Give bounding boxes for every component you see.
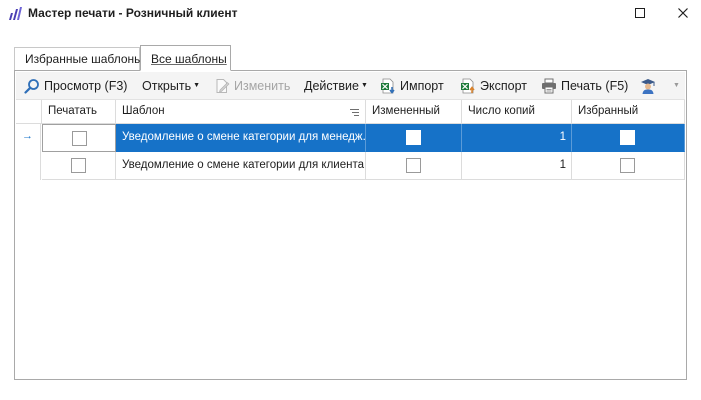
print-cell[interactable]	[42, 124, 116, 152]
favorite-checkbox[interactable]	[620, 130, 635, 145]
print-checkbox[interactable]	[72, 131, 87, 146]
window-title: Мастер печати - Розничный клиент	[28, 6, 238, 20]
column-header-modified[interactable]: Измененный	[366, 100, 462, 124]
view-button[interactable]: Просмотр (F3)	[24, 72, 127, 100]
column-header-label: Измененный	[372, 105, 440, 117]
row-indicator	[16, 152, 41, 180]
toolbar: Просмотр (F3) Открыть ▼ Изменить Действи…	[16, 72, 685, 100]
action-menu-button[interactable]: Действие ▼	[304, 72, 368, 100]
dropdown-arrow-icon: ▼	[673, 81, 680, 89]
import-excel-icon	[380, 78, 396, 94]
copies-cell[interactable]: 1	[462, 152, 572, 180]
title-bar: Мастер печати - Розничный клиент	[0, 0, 701, 28]
tab-all-templates[interactable]: Все шаблоны	[140, 45, 231, 71]
column-header-label: Число копий	[468, 105, 535, 117]
current-row-arrow-icon: →	[22, 130, 33, 142]
tab-label: Все шаблоны	[151, 52, 227, 66]
template-cell[interactable]: Уведомление о смене категории для менедж…	[116, 124, 366, 152]
row-indicator: →	[16, 124, 41, 152]
print-cell[interactable]	[42, 152, 116, 180]
column-header-label: Печатать	[48, 105, 97, 117]
tab-label: Избранные шаблоны	[25, 52, 143, 66]
app-logo-icon	[9, 7, 22, 20]
tab-favorite-templates[interactable]: Избранные шаблоны	[14, 47, 143, 71]
copies-cell[interactable]: 1	[462, 124, 572, 152]
templates-grid: Печатать Шаблон Измененный Число копий И…	[16, 100, 685, 378]
template-name: Уведомление о смене категории для клиент…	[122, 159, 365, 171]
close-button[interactable]	[673, 4, 693, 22]
search-icon	[24, 78, 40, 94]
column-header-label: Избранный	[578, 105, 639, 117]
column-header-favorite[interactable]: Избранный	[572, 100, 685, 124]
template-cell[interactable]: Уведомление о смене категории для клиент…	[116, 152, 366, 180]
modified-cell[interactable]	[366, 152, 462, 180]
close-icon	[678, 8, 688, 18]
row-indicator-header	[16, 100, 42, 124]
export-label: Экспорт	[480, 79, 527, 93]
copies-value: 1	[559, 159, 566, 171]
templates-panel: Просмотр (F3) Открыть ▼ Изменить Действи…	[14, 70, 687, 380]
printer-icon	[541, 78, 557, 94]
column-header-label: Шаблон	[122, 105, 165, 117]
column-header-copies[interactable]: Число копий	[462, 100, 572, 124]
import-label: Импорт	[400, 79, 444, 93]
favorite-cell[interactable]	[572, 152, 685, 180]
copies-value: 1	[559, 131, 566, 143]
edit-label: Изменить	[234, 79, 291, 93]
edit-button[interactable]: Изменить	[214, 72, 290, 100]
export-excel-icon	[460, 78, 476, 94]
toolbar-overflow-button[interactable]: ▼	[671, 72, 680, 100]
print-checkbox[interactable]	[71, 158, 86, 173]
table-row[interactable]: Уведомление о смене категории для клиент…	[16, 152, 685, 180]
open-label: Открыть	[142, 79, 192, 93]
table-row[interactable]: → Уведомление о смене категории для мене…	[16, 124, 685, 152]
column-header-template[interactable]: Шаблон	[116, 100, 366, 124]
view-label: Просмотр (F3)	[44, 79, 128, 93]
maximize-icon	[635, 8, 645, 18]
favorite-checkbox[interactable]	[620, 158, 635, 173]
print-label: Печать (F5)	[561, 79, 629, 93]
template-name: Уведомление о смене категории для менедж…	[122, 131, 366, 143]
print-button[interactable]: Печать (F5)	[541, 72, 628, 100]
dropdown-arrow-icon: ▼	[193, 81, 201, 89]
modified-checkbox[interactable]	[406, 158, 421, 173]
dropdown-arrow-icon: ▼	[360, 81, 368, 89]
teacher-icon	[640, 78, 656, 94]
user-settings-button[interactable]	[640, 72, 660, 100]
favorite-cell[interactable]	[572, 124, 685, 152]
import-button[interactable]: Импорт	[380, 72, 444, 100]
edit-document-icon	[214, 78, 230, 94]
export-button[interactable]: Экспорт	[460, 72, 527, 100]
open-menu-button[interactable]: Открыть ▼	[142, 72, 200, 100]
column-header-print[interactable]: Печатать	[42, 100, 116, 124]
modified-checkbox[interactable]	[406, 130, 421, 145]
filter-icon[interactable]	[350, 109, 359, 116]
modified-cell[interactable]	[366, 124, 462, 152]
action-label: Действие	[304, 79, 359, 93]
maximize-button[interactable]	[630, 4, 650, 22]
